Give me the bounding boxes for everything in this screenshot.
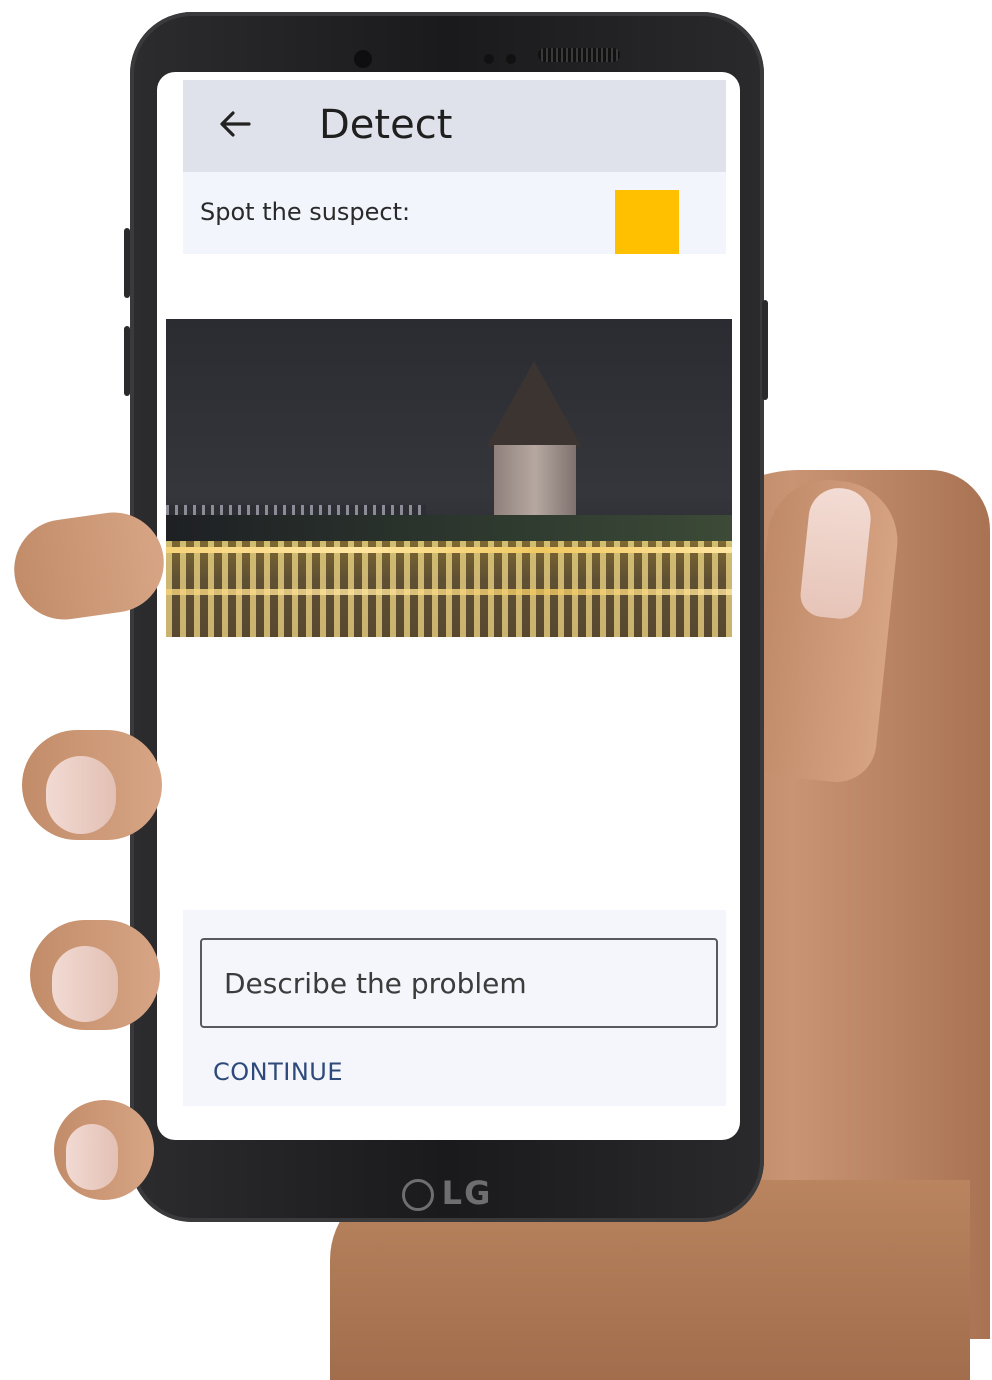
page-title: Detect <box>319 102 453 148</box>
app-bar: Detect <box>183 80 726 172</box>
ring-finger-nail <box>52 946 118 1022</box>
suspect-color-swatch <box>615 190 679 254</box>
arrow-left-icon[interactable] <box>215 104 255 144</box>
form-panel: CONTINUE <box>183 910 726 1106</box>
scene-photo[interactable] <box>166 319 732 637</box>
middle-finger-nail <box>46 756 116 834</box>
photo-bridge-lights <box>166 589 732 595</box>
power-button <box>762 300 768 400</box>
lg-logo-icon <box>401 1179 434 1211</box>
volume-down-button <box>124 326 130 396</box>
photo-riverbank <box>166 515 732 543</box>
prompt-bar: Spot the suspect: <box>183 172 726 254</box>
photo-tower <box>494 445 576 525</box>
brand-logo: LG <box>130 1174 764 1212</box>
photo-tower-roof <box>486 361 582 447</box>
volume-up-button <box>124 228 130 298</box>
describe-problem-input[interactable] <box>200 938 718 1028</box>
front-camera-icon <box>354 50 372 68</box>
sensor-icon <box>484 54 494 64</box>
brand-label: LG <box>441 1174 493 1212</box>
little-finger-nail <box>66 1124 118 1190</box>
phone-screen: Detect Spot the suspect: CONTINUE <box>157 72 740 1140</box>
prompt-label: Spot the suspect: <box>200 198 411 226</box>
earpiece-speaker <box>538 48 620 62</box>
photo-bridge-lights <box>166 547 732 553</box>
sensor-icon <box>506 54 516 64</box>
continue-button[interactable]: CONTINUE <box>213 1058 343 1086</box>
